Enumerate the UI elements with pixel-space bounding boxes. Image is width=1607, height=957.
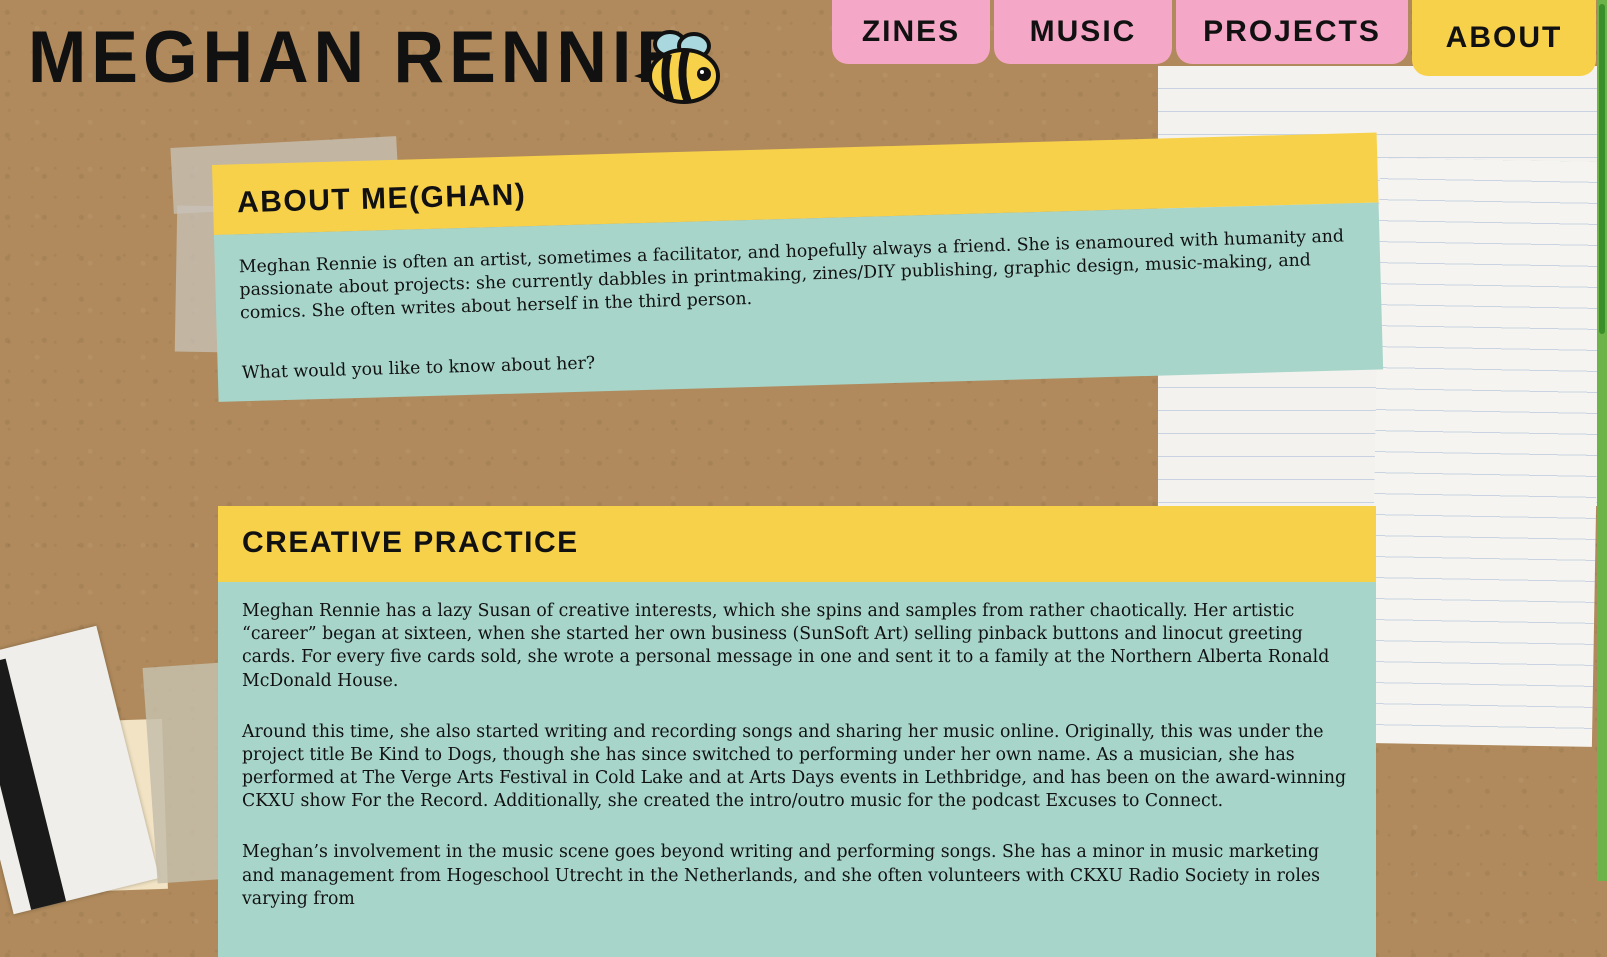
notebook-notes-image — [1369, 158, 1603, 747]
creative-practice-body: Meghan Rennie has a lazy Susan of creati… — [218, 582, 1376, 957]
nav-tab-music[interactable]: MUSIC — [994, 0, 1172, 64]
scrollbar-thumb[interactable] — [1599, 4, 1605, 334]
creative-paragraph: Meghan Rennie has a lazy Susan of creati… — [242, 601, 1330, 691]
site-title[interactable]: MEGHAN RENNIE — [28, 20, 688, 94]
nav-tab-zines[interactable]: ZINES — [832, 0, 990, 64]
creative-paragraph: Meghan’s involvement in the music scene … — [242, 842, 1320, 909]
nav-tab-about[interactable]: ABOUT — [1412, 0, 1596, 76]
about-card: ABOUT ME(GHAN) Meghan Rennie is often an… — [212, 132, 1384, 402]
creative-practice-heading: CREATIVE PRACTICE — [218, 506, 1376, 582]
about-paragraph: Meghan Rennie is often an artist, someti… — [238, 226, 1345, 324]
about-body: Meghan Rennie is often an artist, someti… — [213, 202, 1384, 402]
nav-tab-projects[interactable]: PROJECTS — [1176, 0, 1408, 64]
page-scrollbar[interactable] — [1597, 0, 1607, 881]
creative-practice-card: CREATIVE PRACTICE Meghan Rennie has a la… — [218, 506, 1376, 957]
creative-paragraph: Around this time, she also started writi… — [242, 721, 1347, 812]
bee-icon — [634, 30, 720, 104]
